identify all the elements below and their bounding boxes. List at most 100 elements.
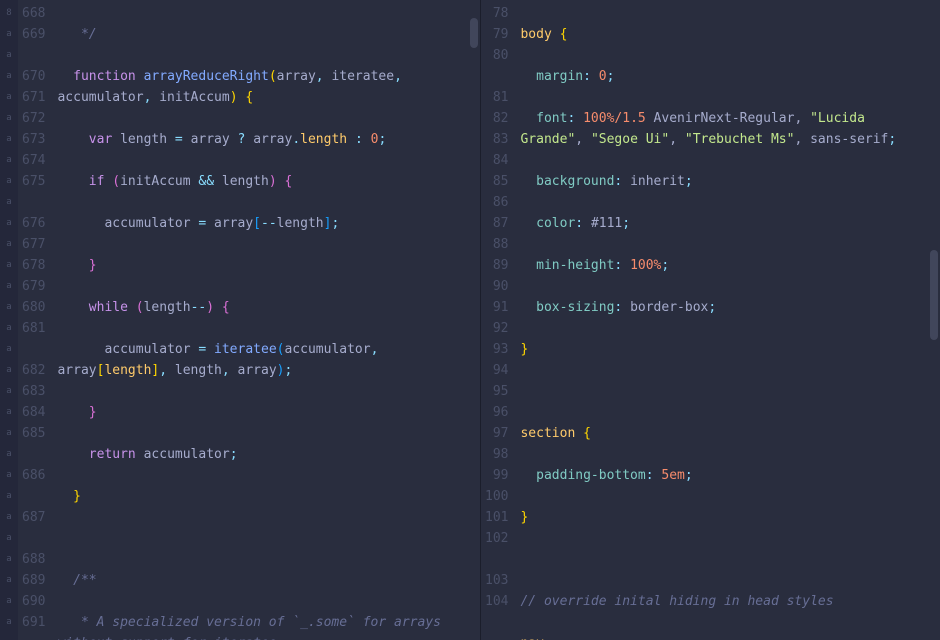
line-number: 680 [22,297,45,318]
line-number [22,633,45,640]
diff-marker: a [0,87,18,108]
diff-marker: a [0,318,18,339]
line-number: 87 [485,213,508,234]
diff-marker: a [0,45,18,66]
scrollbar-thumb[interactable] [470,18,478,48]
line-number [485,549,508,570]
line-number [22,192,45,213]
diff-marker: 8 [0,3,18,24]
editor-pane-left: 8aaaaaaaaaaaaaaaaaaaaaaaaaaaaaa 66866967… [0,0,480,640]
diff-marker: a [0,381,18,402]
diff-marker: a [0,150,18,171]
line-number [22,339,45,360]
line-number: 683 [22,381,45,402]
diff-marker: a [0,402,18,423]
line-number: 669 [22,24,45,45]
diff-marker: a [0,444,18,465]
line-number: 91 [485,297,508,318]
line-number: 103 [485,570,508,591]
line-number: 688 [22,549,45,570]
diff-marker: a [0,129,18,150]
line-number: 83 [485,129,508,150]
line-number: 687 [22,507,45,528]
line-number: 678 [22,255,45,276]
diff-marker: a [0,423,18,444]
line-number: 691 [22,612,45,633]
line-number: 94 [485,360,508,381]
line-number: 98 [485,444,508,465]
diff-marker: a [0,297,18,318]
split-editor: 8aaaaaaaaaaaaaaaaaaaaaaaaaaaaaa 66866967… [0,0,940,640]
diff-marker: a [0,66,18,87]
diff-marker: a [0,339,18,360]
line-number: 672 [22,108,45,129]
line-number: 80 [485,45,508,66]
line-number: 102 [485,528,508,549]
line-number: 686 [22,465,45,486]
line-number [485,612,508,633]
diff-marker: a [0,234,18,255]
diff-marker: a [0,570,18,591]
line-number: 673 [22,129,45,150]
line-number: 676 [22,213,45,234]
line-number: 100 [485,486,508,507]
line-number: 85 [485,171,508,192]
line-number: 104 [485,591,508,612]
diff-marker: a [0,255,18,276]
scrollbar-thumb[interactable] [930,250,938,340]
line-number: 675 [22,171,45,192]
comment: */ [81,27,97,42]
diff-gutter-left: 8aaaaaaaaaaaaaaaaaaaaaaaaaaaaaa [0,0,18,640]
diff-marker: a [0,108,18,129]
diff-marker: a [0,465,18,486]
diff-marker: a [0,171,18,192]
line-number: 685 [22,423,45,444]
line-number: 79 [485,24,508,45]
editor-pane-right: 7879808182838485868788899091929394959697… [480,0,940,640]
line-number: 679 [22,276,45,297]
line-number: 671 [22,87,45,108]
line-number: 95 [485,381,508,402]
code-area-right[interactable]: body { margin: 0; font: 100%/1.5 AvenirN… [516,0,940,640]
line-number: 690 [22,591,45,612]
line-number: 674 [22,150,45,171]
line-gutter-left: 6686696706716726736746756766776786796806… [18,0,53,640]
line-number [22,528,45,549]
keyword-function: function [73,69,136,84]
diff-marker: a [0,507,18,528]
diff-marker: a [0,528,18,549]
diff-marker: a [0,213,18,234]
line-number [22,486,45,507]
line-number: 90 [485,276,508,297]
line-number [22,444,45,465]
line-number: 682 [22,360,45,381]
line-number: 78 [485,3,508,24]
diff-marker: a [0,549,18,570]
line-gutter-right: 7879808182838485868788899091929394959697… [481,0,516,640]
line-number: 88 [485,234,508,255]
diff-marker: a [0,24,18,45]
diff-marker: a [0,633,18,640]
line-number: 670 [22,66,45,87]
line-number: 99 [485,465,508,486]
line-number: 689 [22,570,45,591]
line-number: 684 [22,402,45,423]
scrollbar-left[interactable] [470,0,478,640]
code-area-left[interactable]: */ function arrayReduceRight(array, iter… [53,0,480,640]
line-number: 101 [485,507,508,528]
scrollbar-right[interactable] [930,0,938,640]
line-number: 681 [22,318,45,339]
diff-marker: a [0,612,18,633]
diff-marker: a [0,192,18,213]
line-number: 81 [485,87,508,108]
fn-name: arrayReduceRight [144,69,269,84]
diff-marker: a [0,591,18,612]
diff-marker: a [0,276,18,297]
line-number [485,66,508,87]
diff-marker: a [0,486,18,507]
line-number: 84 [485,150,508,171]
line-number: 93 [485,339,508,360]
line-number: 92 [485,318,508,339]
line-number: 668 [22,3,45,24]
diff-marker: a [0,360,18,381]
